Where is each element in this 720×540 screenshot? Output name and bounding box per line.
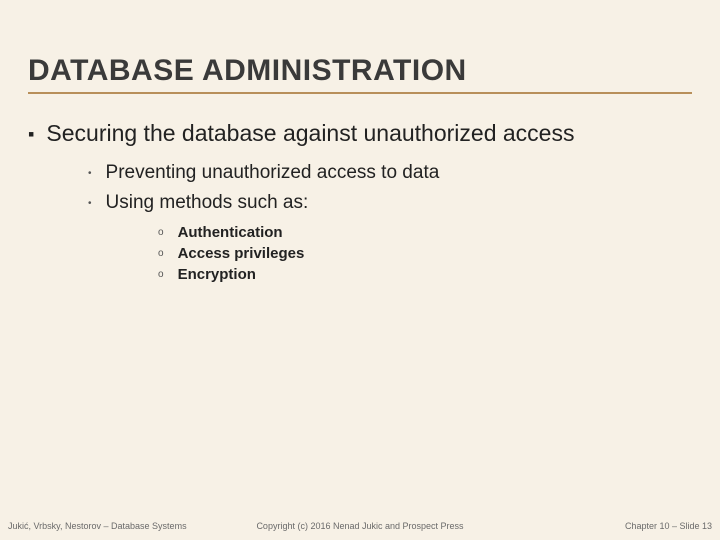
footer-left: Jukić, Vrbsky, Nestorov – Database Syste… (8, 521, 187, 531)
main-bullet: ▪︎ Securing the database against unautho… (28, 120, 692, 148)
slide-title: DATABASE ADMINISTRATION (28, 54, 692, 94)
circle-bullet-icon: o (158, 224, 164, 242)
footer: Jukić, Vrbsky, Nestorov – Database Syste… (0, 518, 720, 540)
sub2-bullet-text: Access privileges (178, 245, 305, 262)
footer-right: Chapter 10 – Slide 13 (625, 521, 712, 531)
sub-bullet: • Using methods such as: (88, 192, 692, 216)
sub2-bullet-text: Authentication (178, 224, 283, 241)
sub-bullet: • Preventing unauthorized access to data (88, 162, 692, 186)
sub2-list: o Authentication o Access privileges o E… (158, 224, 692, 284)
sub-list: • Preventing unauthorized access to data… (88, 162, 692, 284)
sub2-bullet: o Access privileges (158, 245, 692, 263)
square-bullet-icon: ▪︎ (28, 120, 34, 148)
sub-bullet-text: Using methods such as: (106, 192, 309, 214)
dot-bullet-icon: • (88, 162, 92, 186)
sub2-bullet: o Encryption (158, 266, 692, 284)
sub-bullet-text: Preventing unauthorized access to data (106, 162, 440, 184)
sub2-bullet-text: Encryption (178, 266, 256, 283)
main-bullet-text: Securing the database against unauthoriz… (46, 120, 574, 147)
slide: DATABASE ADMINISTRATION ▪︎ Securing the … (0, 0, 720, 540)
slide-body: ▪︎ Securing the database against unautho… (28, 120, 692, 287)
dot-bullet-icon: • (88, 192, 92, 216)
circle-bullet-icon: o (158, 266, 164, 284)
sub2-bullet: o Authentication (158, 224, 692, 242)
circle-bullet-icon: o (158, 245, 164, 263)
